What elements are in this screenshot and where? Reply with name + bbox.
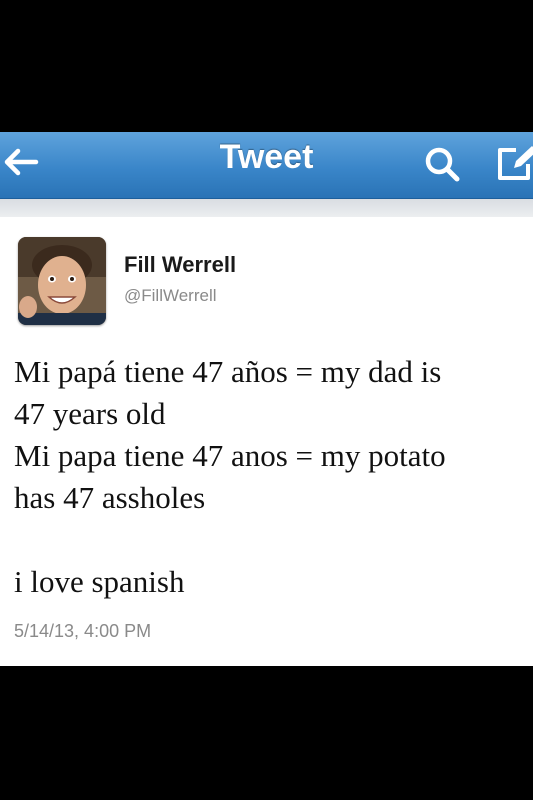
author-handle[interactable]: @FillWerrell xyxy=(124,286,217,306)
author-name[interactable]: Fill Werrell xyxy=(124,252,236,278)
navigation-bar: Tweet xyxy=(0,132,533,199)
tweet-screen: Tweet Fill Werrell @FillWerrell Mi papá … xyxy=(0,132,533,666)
tweet-text-line: Mi papa tiene 47 anos = my potato xyxy=(14,438,446,473)
header-divider xyxy=(0,199,533,217)
tweet-text-line: Mi papá tiene 47 años = my dad is xyxy=(14,354,442,389)
tweet-text-line: i love spanish xyxy=(14,564,185,599)
avatar[interactable] xyxy=(18,237,106,325)
tweet-card: Fill Werrell @FillWerrell Mi papá tiene … xyxy=(0,217,533,666)
avatar-image xyxy=(18,237,106,325)
tweet-timestamp: 5/14/13, 4:00 PM xyxy=(14,621,152,641)
tweet-text-line: has 47 assholes xyxy=(14,480,206,515)
compose-icon[interactable] xyxy=(494,142,533,184)
tweet-text: Mi papá tiene 47 años = my dad is 47 yea… xyxy=(14,351,529,603)
search-icon[interactable] xyxy=(422,144,464,184)
tweet-text-line: 47 years old xyxy=(14,396,166,431)
